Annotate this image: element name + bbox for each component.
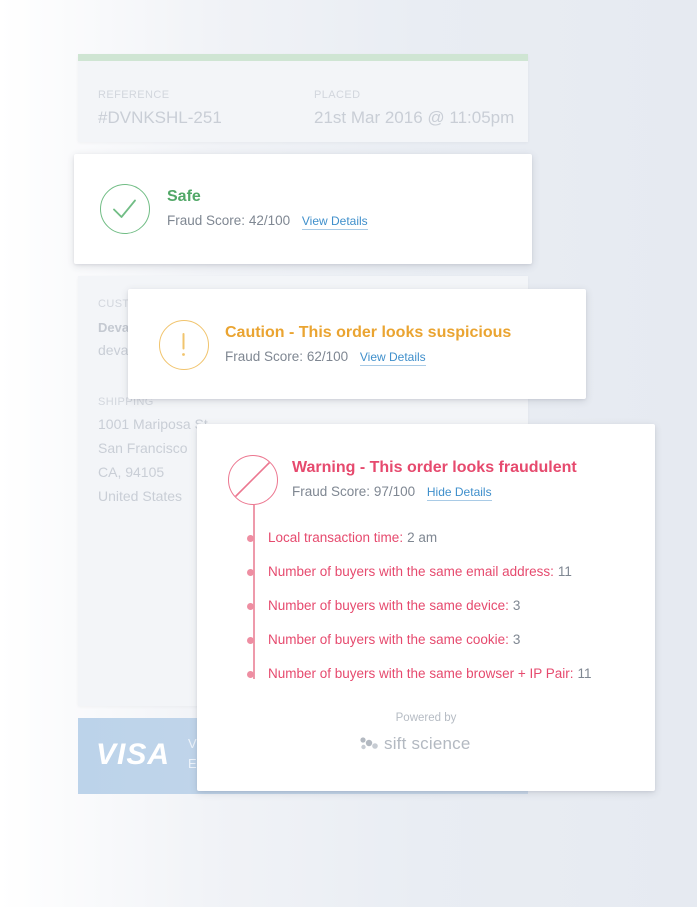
fraud-assessment-caution: Caution - This order looks suspicious Fr…: [128, 289, 586, 399]
timeline-dot: [247, 569, 254, 576]
placed-value: 21st Mar 2016 @ 11:05pm: [314, 108, 515, 127]
fraud-assessment-safe: Safe Fraud Score: 42/100 View Details: [74, 154, 532, 264]
view-details-link[interactable]: View Details: [359, 350, 426, 366]
fraud-score-label: Fraud Score:: [225, 349, 304, 364]
exclamation-icon: [159, 320, 209, 370]
customer-email: deva: [98, 342, 129, 358]
fraud-score-value: 42/100: [248, 213, 291, 228]
visa-logo: VISA: [96, 738, 171, 771]
checkmark-icon: [100, 184, 150, 234]
timeline-dot: [247, 637, 254, 644]
assessment-title: Warning - This order looks fraudulent: [292, 459, 577, 476]
assessment-title: Caution - This order looks suspicious: [225, 324, 512, 341]
reason-label: Number of buyers with the same browser +…: [268, 666, 574, 681]
prohibited-icon: [228, 455, 278, 505]
reason-label: Number of buyers with the same email add…: [268, 564, 554, 579]
fraud-reason: Local transaction time: 2 am: [246, 530, 592, 564]
reason-value: 2 am: [407, 530, 438, 545]
fraud-reason: Number of buyers with the same device: 3: [246, 598, 592, 632]
reason-value: 3: [512, 632, 521, 647]
sift-science-logo: sift science: [359, 733, 471, 755]
timeline-dot: [247, 671, 254, 678]
fraud-score: Fraud Score: 42/100 View Details: [167, 213, 368, 230]
hide-details-link[interactable]: Hide Details: [426, 485, 492, 501]
timeline-dot: [247, 603, 254, 610]
customer-label: CUST: [98, 298, 130, 310]
sift-science-brand: sift science: [384, 734, 471, 753]
reason-value: 11: [577, 666, 592, 681]
shipping-line: 1001 Mariposa St: [98, 416, 208, 432]
payment-card-text: V: [188, 736, 197, 751]
fraud-reason: Number of buyers with the same email add…: [246, 564, 592, 598]
fraud-assessment-warning: Warning - This order looks fraudulent Fr…: [197, 424, 655, 791]
reason-value: 11: [557, 564, 572, 579]
placed-label: PLACED: [314, 89, 361, 101]
sift-science-logo-icon: [360, 737, 378, 750]
reference-label: REFERENCE: [98, 89, 170, 101]
shipping-line: CA, 94105: [98, 464, 165, 480]
reason-value: 3: [512, 598, 521, 613]
fraud-reasons-list: Local transaction time: 2 am Number of b…: [246, 530, 592, 700]
fraud-score-label: Fraud Score:: [167, 213, 246, 228]
shipping-line: San Francisco: [98, 440, 188, 456]
order-summary-card: REFERENCE #DVNKSHL-251 PLACED 21st Mar 2…: [78, 54, 528, 142]
fraud-score: Fraud Score: 62/100 View Details: [225, 349, 426, 366]
reason-label: Number of buyers with the same device:: [268, 598, 509, 613]
fraud-reason: Number of buyers with the same browser +…: [246, 666, 592, 700]
customer-name: Deva: [98, 320, 130, 335]
assessment-title: Safe: [167, 188, 201, 205]
view-details-link[interactable]: View Details: [301, 214, 368, 230]
fraud-reason: Number of buyers with the same cookie: 3: [246, 632, 592, 666]
fraud-score-value: 97/100: [373, 484, 416, 499]
powered-by-text: Powered by: [395, 712, 457, 724]
reason-label: Local transaction time:: [268, 530, 404, 545]
shipping-line: United States: [98, 488, 183, 504]
timeline-dot: [247, 535, 254, 542]
payment-card-text: E: [188, 756, 197, 771]
fraud-score-label: Fraud Score:: [292, 484, 371, 499]
fraud-score: Fraud Score: 97/100 Hide Details: [292, 484, 492, 501]
reference-value: #DVNKSHL-251: [98, 108, 222, 127]
fraud-score-value: 62/100: [306, 349, 349, 364]
reason-label: Number of buyers with the same cookie:: [268, 632, 509, 647]
